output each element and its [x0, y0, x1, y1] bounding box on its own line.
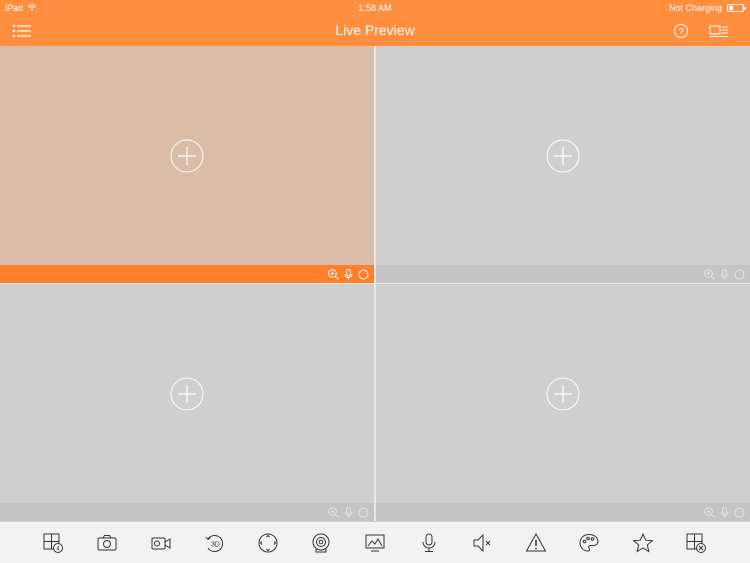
video-area[interactable]: [0, 46, 374, 265]
record-icon[interactable]: [734, 269, 745, 280]
close-all-icon[interactable]: [684, 531, 708, 555]
status-right: Not Charging: [668, 3, 746, 13]
record-video-icon[interactable]: [149, 531, 173, 555]
svg-text:3D: 3D: [211, 542, 220, 549]
3d-positioning-icon[interactable]: 3D: [202, 531, 226, 555]
device-list-icon[interactable]: [708, 21, 730, 41]
mic-icon[interactable]: [719, 268, 730, 280]
add-camera-icon[interactable]: [546, 139, 580, 173]
zoom-icon[interactable]: [328, 506, 339, 518]
record-icon[interactable]: [734, 507, 745, 518]
talk-icon[interactable]: [417, 531, 441, 555]
app-window: iPad 1:58 AM Not Charging Live Preview ?: [0, 0, 750, 563]
add-camera-icon[interactable]: [546, 377, 580, 411]
pane-control-bar: [0, 503, 374, 521]
add-camera-icon[interactable]: [170, 139, 204, 173]
mic-icon[interactable]: [343, 268, 354, 280]
help-icon[interactable]: ?: [670, 21, 692, 41]
add-camera-icon[interactable]: [170, 377, 204, 411]
zoom-icon[interactable]: [328, 268, 339, 280]
zoom-icon[interactable]: [704, 506, 715, 518]
nav-bar: Live Preview ?: [0, 16, 750, 46]
image-quality-icon[interactable]: [363, 531, 387, 555]
mic-icon[interactable]: [719, 506, 730, 518]
zoom-icon[interactable]: [704, 268, 715, 280]
alarm-icon[interactable]: [524, 531, 548, 555]
video-pane-3[interactable]: [0, 284, 374, 521]
page-title: Live Preview: [335, 22, 415, 38]
video-pane-4[interactable]: [376, 284, 750, 521]
audio-off-icon[interactable]: [470, 531, 494, 555]
svg-text:?: ?: [678, 26, 683, 36]
snapshot-icon[interactable]: [95, 531, 119, 555]
record-icon[interactable]: [358, 507, 369, 518]
pane-control-bar: [0, 265, 374, 283]
video-pane-2[interactable]: [376, 46, 750, 283]
status-time: 1:58 AM: [358, 3, 392, 13]
charging-status: Not Charging: [668, 3, 722, 13]
status-bar: iPad 1:58 AM Not Charging: [0, 0, 750, 16]
video-area[interactable]: [0, 284, 374, 503]
favorite-icon[interactable]: [631, 531, 655, 555]
video-area[interactable]: [376, 46, 750, 265]
fisheye-icon[interactable]: [309, 531, 333, 555]
mic-icon[interactable]: [343, 506, 354, 518]
color-adjust-icon[interactable]: [577, 531, 601, 555]
pane-control-bar: [376, 265, 750, 283]
video-area[interactable]: [376, 284, 750, 503]
video-grid: [0, 46, 750, 521]
ptz-icon[interactable]: [256, 531, 280, 555]
record-icon[interactable]: [358, 269, 369, 280]
pane-control-bar: [376, 503, 750, 521]
video-pane-1[interactable]: [0, 46, 374, 283]
split-screen-icon[interactable]: 4: [41, 531, 65, 555]
battery-icon: [727, 4, 746, 12]
bottom-toolbar: 4 3D: [0, 521, 750, 563]
